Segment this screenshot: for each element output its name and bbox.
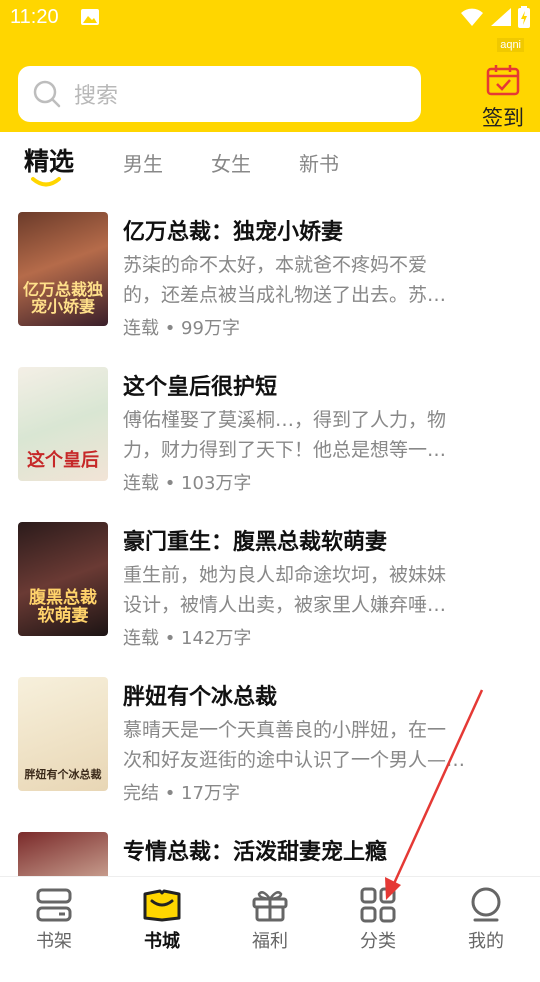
search-placeholder: 搜索 xyxy=(74,84,119,109)
image-notification-icon xyxy=(81,9,99,25)
book-description: 苏柒的命不太好，本就爸不疼妈不爱 的，还差点被当成礼物送了出去。苏… xyxy=(123,254,447,306)
calendar-check-icon xyxy=(486,65,520,96)
nav-welfare[interactable]: 福利 xyxy=(235,887,305,953)
header: 11:20 aqni 搜索 签到 xyxy=(0,0,540,132)
wifi-icon xyxy=(461,8,483,26)
book-cover: 亿万总裁独宠小娇妻 xyxy=(18,212,108,326)
book-title: 这个皇后很护短 xyxy=(123,375,278,400)
book-list-item[interactable]: 亿万总裁独宠小娇妻 亿万总裁：独宠小娇妻 苏柒的命不太好，本就爸不疼妈不爱 的，… xyxy=(0,212,540,362)
status-time: 11:20 xyxy=(10,6,59,28)
book-cover: 这个皇后 xyxy=(18,367,108,481)
category-tabs: 精选 男生 女生 新书 xyxy=(0,132,540,192)
book-cover: 胖妞有个冰总裁 xyxy=(18,677,108,791)
watermark: aqni xyxy=(497,38,524,52)
nav-bookstore[interactable]: 书城 xyxy=(127,887,197,953)
bottom-nav: 书架 书城 福利 分类 我的 xyxy=(0,876,540,961)
nav-profile[interactable]: 我的 xyxy=(451,887,521,953)
book-list-item[interactable]: 这个皇后 这个皇后很护短 傅佑槿娶了莫溪桐…，得到了人力，物 力，财力得到了天下… xyxy=(0,367,540,517)
status-bar: 11:20 xyxy=(0,0,540,36)
signin-label: 签到 xyxy=(482,106,524,130)
nav-category[interactable]: 分类 xyxy=(343,887,413,953)
profile-icon xyxy=(471,887,501,922)
book-cover: 腹黑总裁软萌妻 xyxy=(18,522,108,636)
tab-featured[interactable]: 精选 xyxy=(24,142,74,178)
book-title: 胖妞有个冰总裁 xyxy=(123,685,278,710)
battery-icon xyxy=(518,6,530,28)
book-list-item[interactable]: 胖妞有个冰总裁 胖妞有个冰总裁 慕晴天是一个天真善良的小胖妞，在一 次和好友逛街… xyxy=(0,677,540,827)
bookstore-icon xyxy=(143,889,181,922)
signin-button[interactable]: 签到 xyxy=(478,64,528,130)
book-title: 豪门重生：腹黑总裁软萌妻 xyxy=(123,530,388,555)
nav-bookshelf[interactable]: 书架 xyxy=(19,887,89,953)
tab-active-indicator xyxy=(31,177,61,187)
book-description: 傅佑槿娶了莫溪桐…，得到了人力，物 力，财力得到了天下！他总是想等一… xyxy=(123,409,447,461)
tab-new-books[interactable]: 新书 xyxy=(299,148,339,177)
book-description: 慕晴天是一个天真善良的小胖妞，在一 次和好友逛街的途中认识了一个男人—… xyxy=(123,719,466,771)
book-title: 专情总裁：活泼甜妻宠上瘾 xyxy=(123,840,388,865)
tab-female[interactable]: 女生 xyxy=(211,148,251,177)
tab-male[interactable]: 男生 xyxy=(123,148,163,177)
gift-icon xyxy=(252,891,288,922)
book-title: 亿万总裁：独宠小娇妻 xyxy=(123,220,344,245)
search-icon xyxy=(33,80,61,108)
book-meta: 连载 • 142万字 xyxy=(123,628,252,649)
bookshelf-icon xyxy=(36,888,72,922)
status-icons xyxy=(460,6,530,28)
book-list-item[interactable]: 腹黑总裁软萌妻 豪门重生：腹黑总裁软萌妻 重生前，她为良人却命途坎坷，被妹妹 设… xyxy=(0,522,540,672)
book-meta: 连载 • 99万字 xyxy=(123,318,240,339)
book-meta: 完结 • 17万字 xyxy=(123,783,240,804)
book-meta: 连载 • 103万字 xyxy=(123,473,252,494)
book-description: 重生前，她为良人却命途坎坷，被妹妹 设计，被情人出卖，被家里人嫌弃唾… xyxy=(123,564,447,616)
signal-icon xyxy=(491,8,511,26)
search-input[interactable]: 搜索 xyxy=(18,66,421,122)
grid-icon xyxy=(360,887,396,923)
